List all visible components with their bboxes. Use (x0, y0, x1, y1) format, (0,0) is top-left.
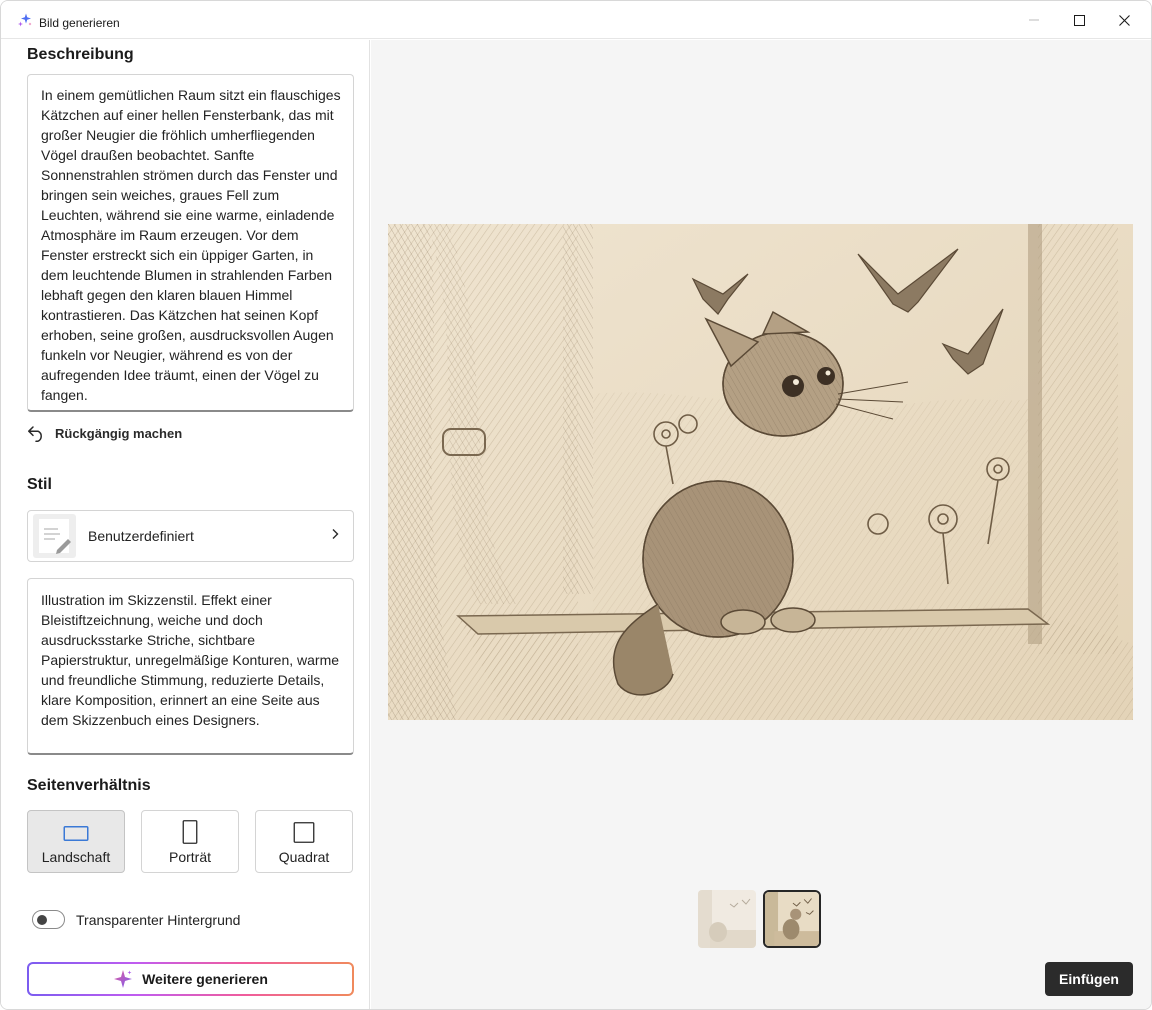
ratio-square-button[interactable]: Quadrat (255, 810, 353, 873)
thumbnail-image (765, 892, 819, 946)
insert-button[interactable]: Einfügen (1045, 962, 1133, 996)
undo-label: Rückgängig machen (55, 425, 183, 441)
style-selected-label: Benutzerdefiniert (88, 528, 194, 544)
landscape-rect-icon (63, 826, 89, 841)
sparkle-app-icon (18, 13, 32, 27)
ratio-label: Porträt (168, 849, 211, 865)
minimize-icon (1029, 19, 1039, 21)
portrait-rect-icon (182, 820, 198, 844)
style-thumbnail (33, 514, 76, 558)
style-heading: Stil (27, 476, 52, 493)
style-prompt-textarea[interactable]: Illustration im Skizzenstil. Effekt eine… (27, 578, 354, 755)
generate-more-button[interactable]: Weitere generieren (27, 962, 354, 996)
chevron-right-icon (332, 529, 339, 539)
ratio-label: Landschaft (41, 849, 111, 865)
generate-more-label: Weitere generieren (142, 971, 268, 987)
title-bar: Bild generieren (1, 1, 1151, 39)
thumbnail-image (698, 890, 756, 948)
pencil-notes-icon (39, 519, 71, 554)
maximize-icon (1073, 14, 1085, 26)
settings-panel: Beschreibung In einem gemütlichen Raum s… (1, 40, 370, 1009)
window-title: Bild generieren (39, 16, 120, 30)
square-icon (293, 822, 315, 843)
transparent-background-toggle[interactable] (32, 910, 65, 929)
preview-panel: Einfügen (371, 40, 1151, 1009)
ratio-landscape-button[interactable]: Landschaft (27, 810, 125, 873)
description-textarea[interactable]: In einem gemütlichen Raum sitzt ein flau… (27, 74, 354, 412)
generated-image-preview (388, 224, 1133, 720)
toggle-knob (37, 915, 47, 925)
transparent-background-label: Transparenter Hintergrund (76, 912, 241, 928)
undo-arrow-icon (28, 425, 42, 442)
minimize-button[interactable] (1011, 1, 1057, 39)
window: Bild generieren Beschreibung In einem ge… (0, 0, 1152, 1010)
sparkle-icon (114, 970, 133, 988)
aspect-ratio-heading: Seitenverhältnis (27, 777, 151, 794)
maximize-button[interactable] (1056, 1, 1102, 39)
undo-button[interactable]: Rückgängig machen (27, 423, 182, 443)
thumbnail[interactable] (698, 890, 756, 948)
style-selector[interactable]: Benutzerdefiniert (27, 510, 354, 562)
ratio-portrait-button[interactable]: Porträt (141, 810, 239, 873)
ratio-label: Quadrat (278, 849, 330, 865)
close-button[interactable] (1101, 1, 1147, 39)
close-icon (1118, 14, 1130, 26)
thumbnail-selected[interactable] (763, 890, 821, 948)
description-heading: Beschreibung (27, 46, 134, 63)
